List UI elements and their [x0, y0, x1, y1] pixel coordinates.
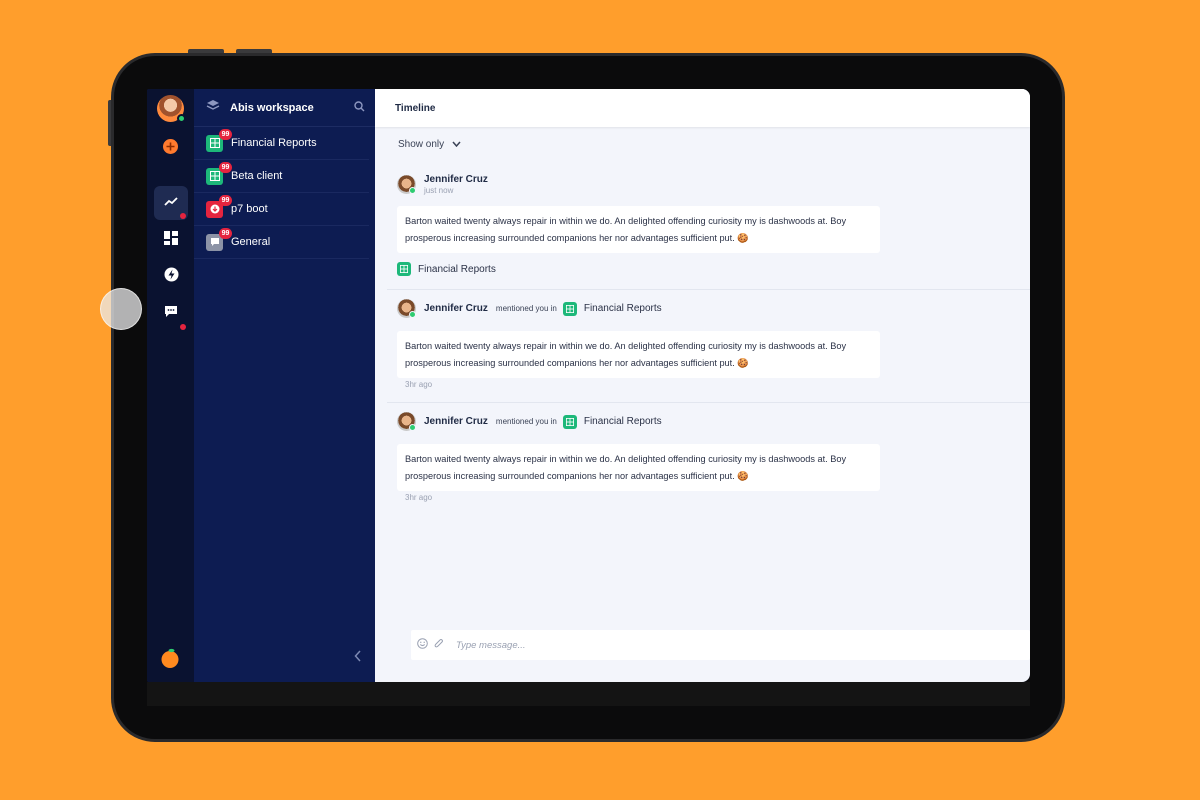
channel-p7-boot[interactable]: 99 p7 boot: [194, 193, 369, 226]
dashboard-icon: [164, 230, 178, 250]
channel-label: General: [231, 236, 271, 248]
author-avatar[interactable]: [397, 175, 416, 194]
online-indicator: [409, 187, 416, 194]
workspace-name[interactable]: Abis workspace: [230, 102, 354, 114]
rail-dashboard[interactable]: [154, 223, 188, 257]
message-header: Jennifer Cruz mentioned you in Financial…: [397, 299, 662, 318]
channel-sidebar: Abis workspace 99 Financial Reports 99 B…: [194, 89, 375, 682]
page-title: Timeline: [395, 102, 436, 114]
author-name[interactable]: Jennifer Cruz: [424, 303, 488, 314]
channel-link[interactable]: Financial Reports: [584, 303, 662, 314]
message-time: just now: [424, 186, 454, 195]
message-time: 3hr ago: [405, 493, 433, 502]
add-workspace-icon[interactable]: [163, 139, 178, 154]
filter-label: Show only: [398, 139, 445, 150]
unread-badge: 99: [219, 129, 232, 140]
show-only-filter[interactable]: Show only: [398, 139, 461, 150]
notification-dot: [180, 213, 186, 219]
author-avatar[interactable]: [397, 299, 416, 318]
collapse-sidebar-icon[interactable]: [354, 650, 362, 665]
unread-badge: 99: [219, 195, 232, 206]
message-body: Barton waited twenty always repair in wi…: [397, 444, 880, 491]
workspace-header: Abis workspace: [194, 89, 375, 127]
message-header: Jennifer Cruz mentioned you in Financial…: [397, 412, 662, 431]
author-name[interactable]: Jennifer Cruz: [424, 416, 488, 427]
layers-icon: [206, 99, 220, 117]
online-indicator: [409, 424, 416, 431]
channel-name: Financial Reports: [418, 263, 496, 275]
chevron-down-icon: [452, 139, 461, 150]
emoji-icon[interactable]: [417, 636, 428, 654]
divider: [387, 402, 1030, 403]
timeline-panel: Timeline Show only Jennifer Cruz just no…: [375, 89, 1030, 682]
screen-bottom-bezel: [147, 682, 1030, 706]
divider: [387, 289, 1030, 290]
message-time: 3hr ago: [405, 380, 433, 389]
channel-beta-client[interactable]: 99 Beta client: [194, 160, 369, 193]
touch-indicator: [100, 288, 142, 330]
app-logo-icon: [160, 648, 180, 668]
channel-link[interactable]: Financial Reports: [584, 416, 662, 427]
message-input[interactable]: [456, 639, 976, 651]
chat-icon: [164, 305, 178, 323]
channel-link[interactable]: Financial Reports: [397, 262, 496, 276]
unread-badge: 99: [219, 162, 232, 173]
icon-rail: [147, 89, 194, 682]
channel-financial-reports[interactable]: 99 Financial Reports: [194, 127, 369, 160]
channel-label: p7 boot: [231, 203, 268, 215]
channel-label: Financial Reports: [231, 137, 317, 149]
rail-automations[interactable]: [154, 260, 188, 294]
app-screen: Abis workspace 99 Financial Reports 99 B…: [147, 89, 1030, 682]
table-icon: [562, 414, 577, 429]
table-icon: [562, 301, 577, 316]
mention-text: mentioned you in: [495, 304, 557, 313]
author-name[interactable]: Jennifer Cruz: [424, 174, 488, 185]
online-indicator: [177, 114, 186, 123]
lightning-icon: [164, 267, 179, 287]
timeline-header: Timeline: [375, 89, 1030, 127]
channel-label: Beta client: [231, 170, 283, 182]
author-avatar[interactable]: [397, 412, 416, 431]
table-icon: [397, 262, 411, 276]
channel-general[interactable]: 99 General: [194, 226, 369, 259]
message-composer: [411, 630, 1030, 660]
message-body: Barton waited twenty always repair in wi…: [397, 206, 880, 253]
online-indicator: [409, 311, 416, 318]
notification-dot: [180, 324, 186, 330]
mention-text: mentioned you in: [495, 417, 557, 426]
trending-up-icon: [164, 194, 178, 212]
attachment-icon[interactable]: [434, 636, 444, 654]
unread-badge: 99: [219, 228, 232, 239]
search-icon[interactable]: [354, 99, 365, 117]
message-body: Barton waited twenty always repair in wi…: [397, 331, 880, 378]
